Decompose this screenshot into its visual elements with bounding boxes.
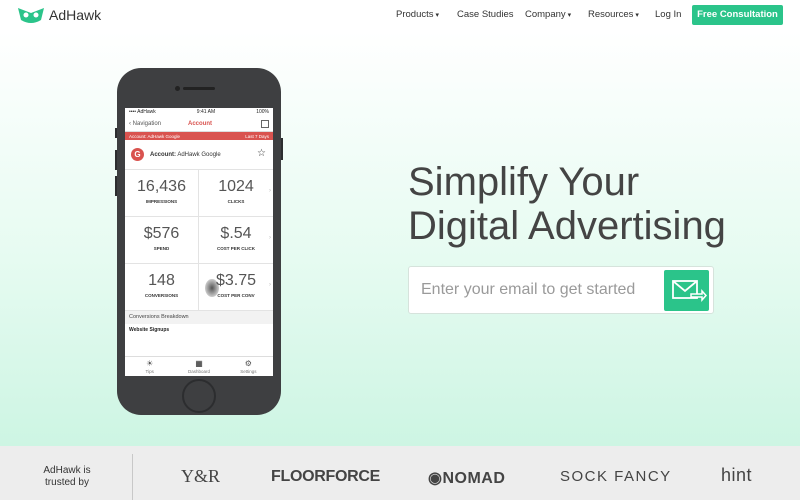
logo-yr: Y&R (181, 466, 221, 486)
status-time: 9:41 AM (196, 109, 216, 115)
nav-login-label: Log In (655, 9, 682, 20)
account-name: AdHawk Google (177, 151, 221, 158)
tab-tips-label: Tips (145, 369, 154, 374)
chevron-down-icon: ▾ (635, 12, 639, 19)
nav-login[interactable]: Log In (655, 9, 681, 20)
top-nav: AdHawk Products ▾ Case Studies Company ▾ R… (0, 0, 800, 31)
calendar-icon[interactable] (261, 120, 269, 128)
status-carrier: •••• AdHawk (129, 109, 156, 115)
metrics-grid: 16,436 IMPRESSIONS 1024 CLICKS › $576 SP… (125, 170, 273, 311)
submit-email-button[interactable] (664, 270, 709, 311)
conversions-breakdown-header: Conversions Breakdown (125, 311, 273, 324)
hero-headline: Simplify Your Digital Advertising (408, 160, 726, 248)
phone-speaker (183, 87, 215, 90)
logo-nomad-text: NOMAD (442, 470, 506, 487)
metric-label: COST PER CLICK (216, 246, 255, 251)
tab-settings-label: Settings (240, 369, 257, 374)
metric-spend[interactable]: $576 SPEND (125, 217, 199, 264)
nav-resources[interactable]: Resources ▾ (588, 9, 639, 20)
nav-company-label: Company (525, 9, 566, 20)
phone-camera (175, 86, 180, 91)
metric-cost-per-click[interactable]: $.54 COST PER CLICK › (199, 217, 273, 264)
metric-label: CLICKS (227, 199, 245, 204)
logo[interactable]: AdHawk (17, 5, 101, 25)
logo-floorforce: FLOORFORCE (271, 468, 380, 485)
phone-volume-up (115, 150, 117, 170)
dashboard-grid-icon: ▦ (195, 359, 203, 368)
metric-clicks[interactable]: 1024 CLICKS › (199, 170, 273, 217)
account-label: Account: AdHawk Google (150, 152, 221, 158)
account-row[interactable]: G Account: AdHawk Google ☆ (125, 140, 273, 170)
app-nav-bar: ‹ Navigation Account (125, 116, 273, 132)
metric-label: IMPRESSIONS (145, 199, 178, 204)
metric-value: 1024 (218, 178, 254, 195)
phone-volume-down (115, 176, 117, 196)
nav-products-label: Products (396, 9, 434, 20)
star-icon[interactable]: ☆ (257, 148, 266, 159)
logo-sock-fancy: SOCK FANCY (560, 468, 672, 485)
trusted-by-strip: AdHawk is trusted by Y&R FLOORFORCE ◉NOM… (0, 446, 800, 500)
nav-back-label[interactable]: Navigation (133, 121, 161, 127)
email-input[interactable] (421, 279, 661, 301)
owl-logo-icon (18, 8, 44, 23)
tab-tips[interactable]: ☀ Tips (125, 357, 174, 376)
email-signup-form (408, 266, 714, 314)
metric-value: 148 (148, 272, 175, 289)
divider (132, 454, 133, 500)
metric-value: $576 (143, 225, 180, 242)
chevron-right-icon: › (269, 188, 271, 194)
nav-case-studies-label: Case Studies (457, 9, 514, 20)
nomad-mark-icon: ◉ (428, 470, 443, 487)
logo-text: AdHawk (49, 7, 102, 23)
nav-company[interactable]: Company ▾ (525, 9, 571, 20)
website-signups-row[interactable]: Website Signups (125, 324, 273, 336)
app-nav-title: Account (188, 120, 212, 127)
chevron-down-icon: ▾ (435, 12, 440, 19)
phone-mockup: •••• AdHawk 9:41 AM 100% ‹ Navigation Ac… (115, 68, 283, 415)
phone-status-bar: •••• AdHawk 9:41 AM 100% (125, 108, 273, 116)
headline-line-2: Digital Advertising (408, 204, 726, 248)
bar-date-range: Last 7 Days (245, 133, 269, 139)
metric-value: 16,436 (137, 178, 186, 195)
chevron-down-icon: ▾ (567, 12, 572, 19)
tab-dashboard-label: Dashboard (187, 369, 210, 374)
phone-tab-bar: ☀ Tips ▦ Dashboard ⚙ Settings (125, 356, 273, 376)
tab-settings[interactable]: ⚙ Settings (224, 357, 273, 376)
phone-home-button (182, 379, 216, 413)
phone-power-button (281, 138, 283, 160)
trusted-by-label: AdHawk is trusted by (43, 465, 91, 488)
metric-value: $.54 (220, 225, 252, 242)
envelope-arrow-icon (672, 280, 708, 302)
touch-indicator (205, 279, 219, 297)
tab-dashboard[interactable]: ▦ Dashboard (174, 357, 223, 376)
nav-resources-label: Resources (588, 9, 634, 20)
google-icon: G (131, 148, 144, 161)
account-label-key: Account: (150, 151, 176, 158)
phone-screen: •••• AdHawk 9:41 AM 100% ‹ Navigation Ac… (125, 108, 273, 376)
logo-nomad: ◉NOMAD (428, 468, 505, 488)
logo-hint: hint (721, 465, 753, 485)
free-consultation-button[interactable]: Free Consultation (692, 5, 783, 25)
phone-mute-switch (115, 128, 117, 138)
chevron-right-icon: › (269, 282, 271, 288)
metric-label: CONVERSIONS (144, 293, 179, 298)
status-battery: 100% (256, 109, 269, 115)
chevron-right-icon: › (269, 235, 271, 241)
metric-label: SPEND (153, 246, 170, 251)
metric-conversions[interactable]: 148 CONVERSIONS (125, 264, 199, 311)
metric-impressions[interactable]: 16,436 IMPRESSIONS (125, 170, 199, 217)
nav-case-studies[interactable]: Case Studies (457, 9, 514, 20)
bar-account: Account: AdHawk Google (129, 133, 181, 139)
gear-icon: ⚙ (244, 359, 252, 368)
account-range-bar: Account: AdHawk Google Last 7 Days (125, 132, 273, 140)
lightbulb-icon: ☀ (146, 359, 154, 368)
nav-products[interactable]: Products ▾ (396, 9, 439, 20)
headline-line-1: Simplify Your (408, 160, 640, 204)
